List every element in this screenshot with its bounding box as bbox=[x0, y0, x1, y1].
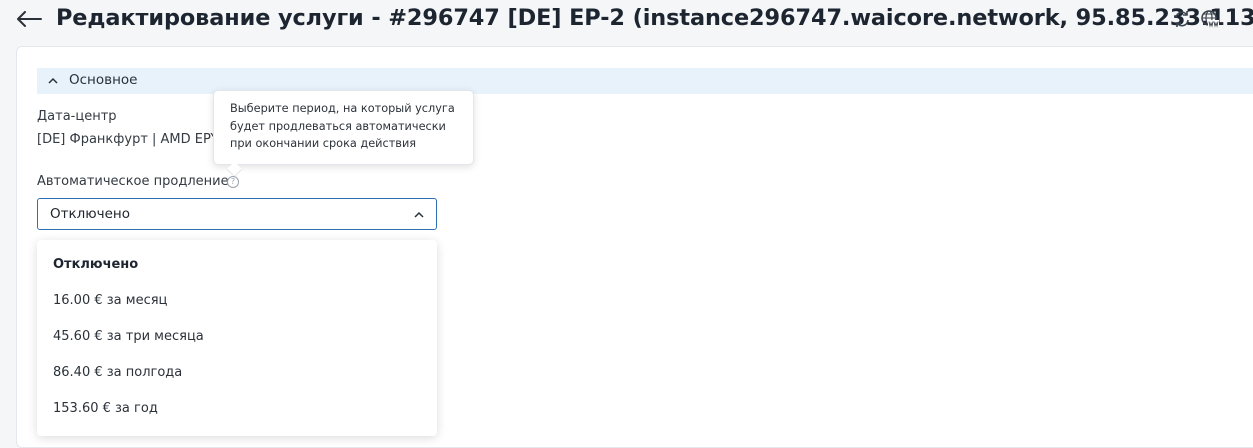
option-yearly[interactable]: 153.60 € за год bbox=[37, 392, 437, 428]
option-label: 86.40 € за полгода bbox=[53, 365, 183, 380]
arrow-left-icon bbox=[17, 11, 42, 27]
datacenter-label: Дата-центр bbox=[37, 109, 117, 124]
auto-renew-label: Автоматическое продление bbox=[37, 174, 229, 189]
globe-www-icon[interactable] bbox=[1200, 9, 1220, 29]
auto-renew-select[interactable]: Отключено bbox=[37, 198, 437, 230]
section-title: Основное bbox=[69, 72, 138, 88]
help-question-icon[interactable]: ? bbox=[227, 176, 239, 188]
option-label: Отключено bbox=[53, 257, 139, 272]
page-header: Редактирование услуги - #296747 [DE] EP-… bbox=[0, 0, 1253, 40]
option-half-year[interactable]: 86.40 € за полгода bbox=[37, 356, 437, 392]
chevron-up-icon bbox=[414, 211, 424, 218]
option-label: 45.60 € за три месяца bbox=[53, 329, 204, 344]
chevron-up-icon bbox=[48, 77, 58, 84]
back-button[interactable] bbox=[14, 4, 44, 34]
help-tooltip: Выберите период, на который услуга будет… bbox=[213, 90, 474, 165]
auto-renew-selected-value: Отключено bbox=[50, 206, 131, 222]
option-label: 16.00 € за месяц bbox=[53, 293, 168, 308]
option-disabled[interactable]: Отключено bbox=[37, 248, 437, 284]
option-label: 153.60 € за год bbox=[53, 401, 158, 416]
option-monthly[interactable]: 16.00 € за месяц bbox=[37, 284, 437, 320]
page-title: Редактирование услуги - #296747 [DE] EP-… bbox=[56, 5, 1253, 31]
auto-renew-dropdown: Отключено 16.00 € за месяц 45.60 € за тр… bbox=[37, 240, 437, 436]
option-quarterly[interactable]: 45.60 € за три месяца bbox=[37, 320, 437, 356]
refresh-icon[interactable] bbox=[1172, 9, 1192, 29]
datacenter-value: [DE] Франкфурт | AMD EPYC bbox=[37, 132, 227, 147]
